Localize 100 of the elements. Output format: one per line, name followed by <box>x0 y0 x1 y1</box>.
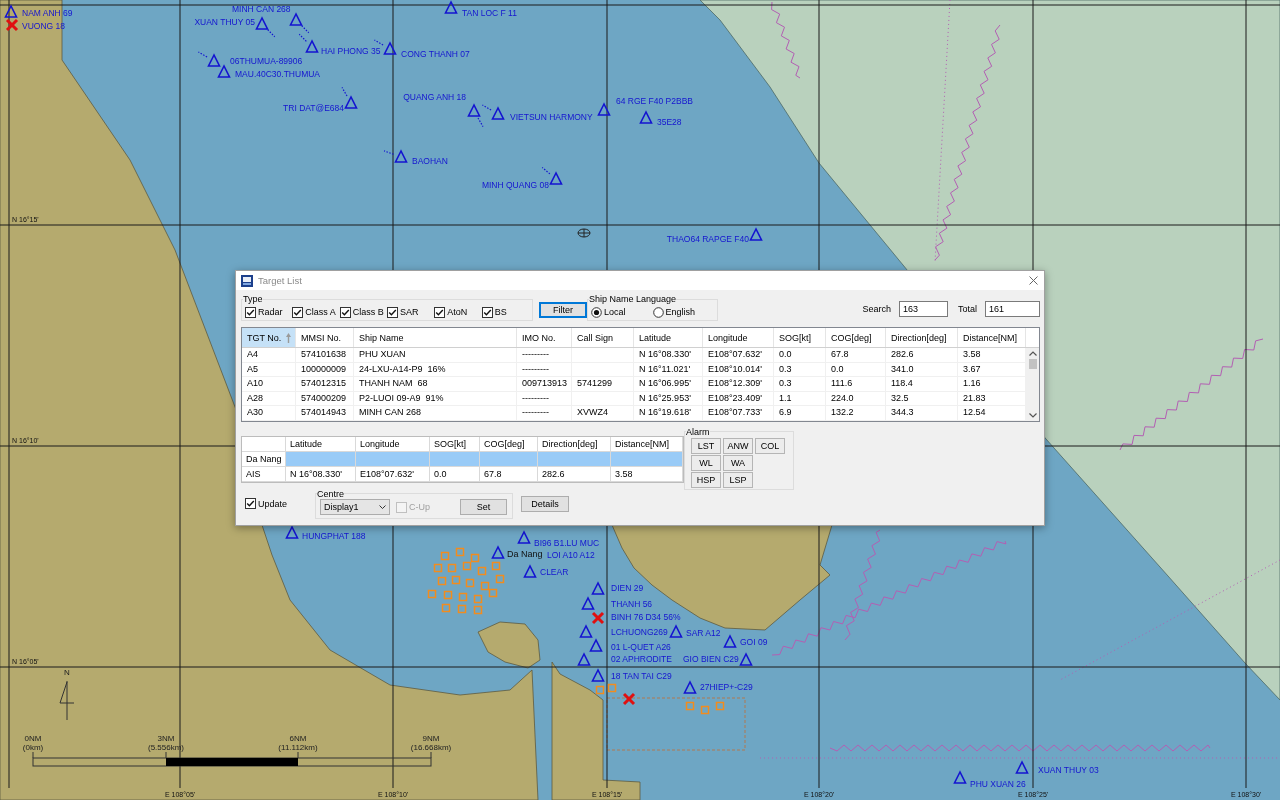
north-label: N <box>64 668 70 677</box>
cross-marker-icon[interactable] <box>622 692 636 706</box>
ship-triangle-icon[interactable] <box>255 16 276 38</box>
cross-marker-icon[interactable] <box>591 611 605 625</box>
alarm-button[interactable]: HSP <box>691 471 721 488</box>
scrollbar[interactable] <box>1026 348 1039 421</box>
ship-label: NAM ANH 69 <box>22 8 73 18</box>
group-label: Ship Name Language <box>589 294 677 304</box>
ship-triangle-icon[interactable] <box>383 149 408 163</box>
ship-triangle-icon[interactable] <box>491 545 505 559</box>
ship-triangle-icon[interactable] <box>577 652 591 666</box>
north-arrow-icon <box>59 680 75 721</box>
alarm-button[interactable]: LST <box>691 437 721 454</box>
column-header: Longitude <box>356 436 430 452</box>
ship-triangle-icon[interactable] <box>683 680 697 694</box>
alarm-button[interactable]: COL <box>755 437 785 454</box>
table-cell: 111.6 <box>826 377 886 391</box>
checkbox[interactable] <box>245 306 256 318</box>
table-cell: 3.58 <box>611 466 683 482</box>
column-header[interactable]: Distance[NM] <box>958 328 1026 347</box>
scroll-up-icon[interactable] <box>1028 351 1037 356</box>
table-cell: A30 <box>242 406 296 420</box>
table-cell: 6.9 <box>774 406 826 420</box>
column-header[interactable]: Latitude <box>634 328 703 347</box>
ship-triangle-icon[interactable] <box>669 624 683 638</box>
table-cell: E108°07.632' <box>356 466 430 482</box>
checkbox[interactable] <box>434 306 446 318</box>
scale-km-label: (0km) <box>22 743 44 752</box>
search-field[interactable]: 163 <box>899 301 948 317</box>
table-cell: 5741299 <box>572 377 634 391</box>
ship-triangle-icon[interactable] <box>217 64 231 78</box>
ship-triangle-icon[interactable] <box>4 4 18 18</box>
column-header[interactable]: Call Sign <box>572 328 634 347</box>
table-cell: N 16°25.953' <box>634 391 703 406</box>
ship-triangle-icon[interactable] <box>581 596 595 610</box>
radio-button[interactable] <box>591 306 602 318</box>
alarm-button[interactable]: ANW <box>723 437 753 454</box>
total-field[interactable]: 161 <box>985 301 1040 317</box>
column-header[interactable]: COG[deg] <box>826 328 886 347</box>
display-dropdown[interactable]: Display1 <box>320 499 390 516</box>
ship-triangle-icon[interactable] <box>481 104 505 120</box>
column-header[interactable]: TGT No. <box>242 328 296 347</box>
ship-triangle-icon[interactable] <box>444 0 458 14</box>
ship-triangle-icon[interactable] <box>285 525 299 539</box>
radio-button[interactable] <box>652 306 664 318</box>
column-header[interactable]: Longitude <box>703 328 774 347</box>
set-button[interactable]: Set <box>460 499 507 516</box>
ship-label: 18 TAN TAI C29 <box>611 671 672 681</box>
alarm-button[interactable]: WL <box>691 454 721 471</box>
checkbox[interactable] <box>292 306 304 318</box>
column-header[interactable]: Ship Name <box>354 328 517 347</box>
ship-triangle-icon[interactable] <box>289 12 310 34</box>
ship-triangle-icon[interactable] <box>591 668 605 682</box>
ship-triangle-icon[interactable] <box>591 581 605 595</box>
ship-triangle-icon[interactable] <box>739 652 753 666</box>
close-icon[interactable] <box>1029 276 1038 285</box>
group-label: Alarm <box>686 426 710 437</box>
table-cell: 0.3 <box>774 362 826 377</box>
ship-triangle-icon[interactable] <box>639 110 653 124</box>
ship-triangle-icon[interactable] <box>749 227 763 241</box>
alarm-button[interactable]: LSP <box>723 471 753 488</box>
filter-button[interactable]: Filter <box>539 302 587 318</box>
ship-triangle-icon[interactable] <box>517 530 531 544</box>
checkbox[interactable] <box>387 306 398 318</box>
ship-label: BAOHAN <box>412 156 448 166</box>
scroll-thumb[interactable] <box>1028 359 1037 369</box>
checkbox[interactable] <box>481 306 493 318</box>
alarm-button[interactable]: WA <box>723 454 753 471</box>
scroll-down-icon[interactable] <box>1028 412 1037 418</box>
ship-triangle-icon[interactable] <box>953 770 967 784</box>
ship-triangle-icon[interactable] <box>298 33 319 53</box>
column-header[interactable]: Direction[deg] <box>886 328 958 347</box>
ship-triangle-icon[interactable] <box>197 51 221 67</box>
ship-label: 35E28 <box>657 117 682 127</box>
table-cell: E108°12.309' <box>703 377 774 391</box>
column-header[interactable]: IMO No. <box>517 328 572 347</box>
column-header[interactable]: MMSI No. <box>296 328 354 347</box>
checkbox[interactable] <box>245 498 256 510</box>
ship-triangle-icon[interactable] <box>523 564 537 578</box>
table-cell: 0.0 <box>826 362 886 377</box>
ship-triangle-icon[interactable] <box>1015 760 1029 774</box>
ship-triangle-icon[interactable] <box>467 103 484 128</box>
ship-label: PHU XUAN 26 <box>970 779 1026 789</box>
ship-triangle-icon[interactable] <box>723 634 737 648</box>
checkbox[interactable] <box>339 306 351 318</box>
table-cell: 1.1 <box>774 391 826 406</box>
cross-marker-icon[interactable] <box>5 18 19 32</box>
ship-label: TAN LOC F 11 <box>462 8 517 18</box>
ship-triangle-icon[interactable] <box>579 624 593 638</box>
table-cell: 67.8 <box>826 348 886 362</box>
details-button[interactable]: Details <box>521 495 569 512</box>
ship-triangle-icon[interactable] <box>373 39 397 55</box>
ship-label: HUNGPHAT 188 <box>302 531 366 541</box>
ship-triangle-icon[interactable] <box>597 102 611 116</box>
table-row[interactable]: AIS N 16°08.330' E108°07.632' 0.0 67.8 282.6 3.58 <box>242 466 683 482</box>
table-cell: N 16°11.021' <box>634 362 703 377</box>
column-header[interactable]: SOG[kt] <box>774 328 826 347</box>
table-cell: 32.5 <box>886 391 958 406</box>
ship-triangle-icon[interactable] <box>589 638 603 652</box>
ship-label: MINH CAN 268 <box>232 4 291 14</box>
